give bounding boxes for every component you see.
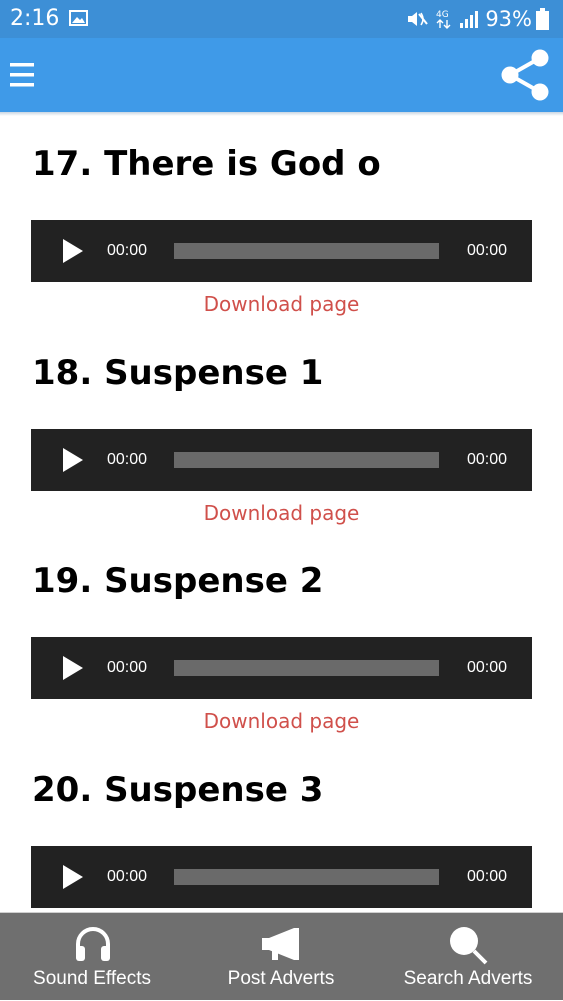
gallery-icon <box>69 10 88 26</box>
total-time: 00:00 <box>466 868 507 885</box>
total-time: 00:00 <box>466 451 507 468</box>
download-link[interactable]: Download page <box>0 290 563 318</box>
nav-sound-effects[interactable]: Sound Effects <box>12 913 172 1001</box>
track-list[interactable]: 17. There is God o 00:00 00:00 Download … <box>0 116 563 912</box>
current-time: 00:00 <box>107 242 148 259</box>
progress-bar[interactable] <box>174 660 439 676</box>
play-icon[interactable] <box>61 654 85 682</box>
total-time: 00:00 <box>466 242 507 259</box>
status-time: 2:16 <box>10 6 60 31</box>
status-icons: 4G 93% <box>407 5 549 33</box>
track-title: 18. Suspense 1 <box>32 353 324 393</box>
mute-vibrate-icon <box>408 12 429 26</box>
nav-label: Post Adverts <box>227 968 335 989</box>
play-icon[interactable] <box>61 446 85 474</box>
bottom-nav: Sound Effects Post Adverts Search Advert… <box>0 912 563 1000</box>
megaphone-icon <box>262 928 299 960</box>
battery-percent: 93% <box>485 7 532 31</box>
download-link[interactable]: Download page <box>0 499 563 527</box>
battery-icon <box>536 8 549 30</box>
total-time: 00:00 <box>466 659 507 676</box>
progress-bar[interactable] <box>174 452 439 468</box>
audio-player: 00:00 00:00 <box>31 846 532 908</box>
headphones-icon <box>76 927 110 961</box>
menu-icon[interactable] <box>10 62 34 88</box>
nav-post-adverts[interactable]: Post Adverts <box>201 913 361 1001</box>
progress-bar[interactable] <box>174 869 439 885</box>
nav-label: Sound Effects <box>33 968 151 989</box>
track-title: 20. Suspense 3 <box>32 770 324 810</box>
track-title: 17. There is God o <box>32 144 381 184</box>
signal-icon <box>460 11 479 28</box>
share-icon[interactable] <box>498 48 552 102</box>
app-bar <box>0 38 563 112</box>
current-time: 00:00 <box>107 451 148 468</box>
network-label: 4G <box>436 10 449 20</box>
current-time: 00:00 <box>107 868 148 885</box>
nav-search-adverts[interactable]: Search Adverts <box>392 913 544 1001</box>
progress-bar[interactable] <box>174 243 439 259</box>
download-link[interactable]: Download page <box>0 707 563 735</box>
track-title: 19. Suspense 2 <box>32 561 324 601</box>
audio-player: 00:00 00:00 <box>31 429 532 491</box>
audio-player: 00:00 00:00 <box>31 220 532 282</box>
status-bar: 2:16 4G 93% <box>0 0 563 38</box>
search-icon <box>450 927 488 965</box>
audio-player: 00:00 00:00 <box>31 637 532 699</box>
play-icon[interactable] <box>61 237 85 265</box>
network-4g-icon: 4G <box>436 10 451 29</box>
play-icon[interactable] <box>61 863 85 891</box>
nav-label: Search Adverts <box>403 968 533 989</box>
current-time: 00:00 <box>107 659 148 676</box>
